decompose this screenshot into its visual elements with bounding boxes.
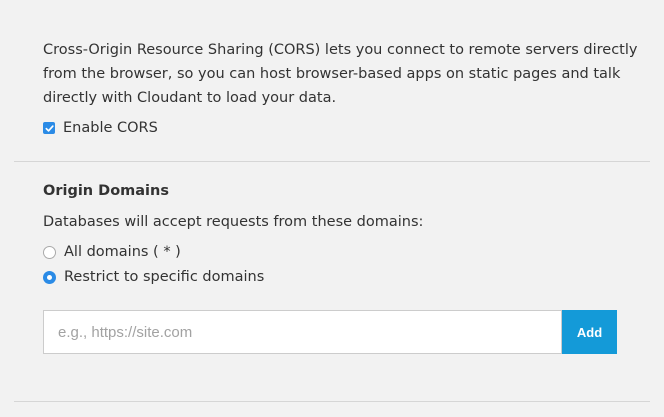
domain-input[interactable] <box>43 310 562 354</box>
radio-restrict-domains[interactable]: Restrict to specific domains <box>43 267 264 287</box>
add-domain-button[interactable]: Add <box>562 310 617 354</box>
radio-all-domains[interactable]: All domains ( * ) <box>43 242 181 262</box>
checkmark-icon[interactable] <box>43 122 55 134</box>
cors-description: Cross-Origin Resource Sharing (CORS) let… <box>43 42 638 106</box>
origin-domains-title: Origin Domains <box>43 183 169 199</box>
radio-all-domains-label: All domains ( * ) <box>64 244 181 260</box>
radio-checked-icon[interactable] <box>43 270 56 284</box>
bottom-divider <box>14 401 650 402</box>
section-divider <box>14 161 650 162</box>
radio-restrict-domains-label: Restrict to specific domains <box>64 269 265 285</box>
radio-unchecked-icon[interactable] <box>43 245 56 259</box>
origin-domains-description: Databases will accept requests from thes… <box>43 214 424 230</box>
enable-cors-label: Enable CORS <box>63 120 158 136</box>
enable-cors-checkbox[interactable]: Enable CORS <box>43 118 158 138</box>
